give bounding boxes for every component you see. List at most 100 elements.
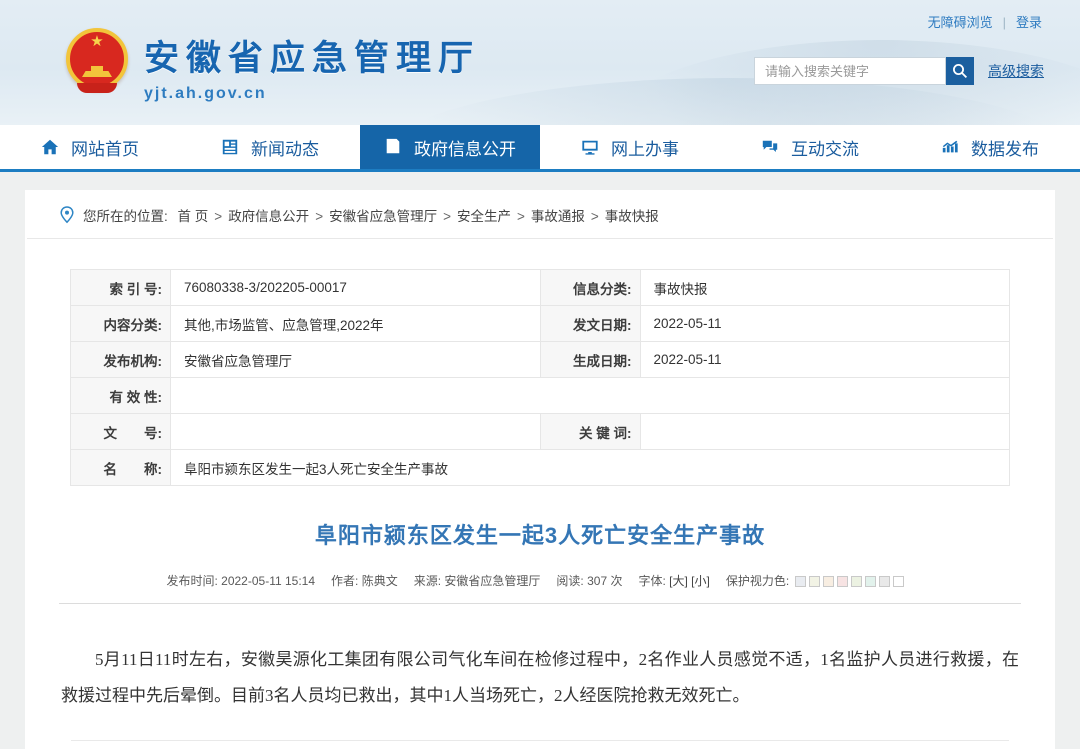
- eye-protect-color-swatch[interactable]: [864, 576, 876, 588]
- site-brand: ★ 安徽省应急管理厅 yjt.ah.gov.cn: [66, 28, 480, 103]
- author: 作者: 陈典文: [331, 574, 398, 588]
- breadcrumb-item-dept[interactable]: 安徽省应急管理厅: [329, 209, 437, 224]
- content-category-value: 其他,市场监管、应急管理,2022年: [170, 305, 541, 342]
- table-row: 索 引 号: 76080338-3/202205-00017 信息分类: 事故快…: [70, 269, 1010, 306]
- breadcrumb-trail: 您所在的位置: 首 页 > 政府信息公开 > 安徽省应急管理厅 > 安全生产 > 事故通报 > 事故…: [83, 205, 659, 225]
- breadcrumb-item-safety[interactable]: 安全生产: [457, 209, 511, 224]
- name-value: 阜阳市颍东区发生一起3人死亡安全生产事故: [170, 449, 1010, 486]
- nav-label: 新闻动态: [251, 139, 319, 159]
- info-category-value: 事故快报: [639, 269, 1010, 306]
- view-count: 阅读: 307 次: [556, 574, 623, 588]
- font-size-controls: 字体: [大] [小]: [638, 572, 709, 589]
- document-info-table: 索 引 号: 76080338-3/202205-00017 信息分类: 事故快…: [70, 269, 1010, 486]
- bottom-divider: [71, 740, 1009, 741]
- eye-protect-color-swatch[interactable]: [836, 576, 848, 588]
- location-pin-icon: [60, 206, 74, 224]
- breadcrumb-separator: >: [315, 209, 324, 224]
- keywords-label: 关 键 词:: [539, 413, 641, 450]
- eye-protect-color-swatch[interactable]: [878, 576, 890, 588]
- issue-date-label: 发文日期:: [539, 305, 641, 342]
- index-number-label: 索 引 号:: [70, 269, 171, 306]
- eye-protect-swatches: [794, 576, 904, 588]
- eye-protect-color-swatch[interactable]: [808, 576, 820, 588]
- breadcrumb-separator: >: [590, 209, 599, 224]
- publish-time: 发布时间: 2022-05-11 15:14: [166, 574, 316, 588]
- emblem-gate-icon: [82, 66, 112, 77]
- doc-number-value: [170, 413, 541, 450]
- emblem-star-icon: ★: [90, 33, 104, 50]
- nav-label: 互动交流: [791, 139, 859, 159]
- breadcrumb-separator: >: [516, 209, 525, 224]
- nav-item-news[interactable]: 新闻动态: [180, 125, 360, 169]
- validity-label: 有 效 性:: [70, 377, 171, 414]
- info-category-label: 信息分类:: [539, 269, 641, 306]
- breadcrumb-item-gov-info[interactable]: 政府信息公开: [228, 209, 309, 224]
- content-container: 您所在的位置: 首 页 > 政府信息公开 > 安徽省应急管理厅 > 安全生产 > 事故通报 > 事故…: [25, 190, 1055, 749]
- index-number-value: 76080338-3/202205-00017: [170, 269, 541, 306]
- publisher-value: 安徽省应急管理厅: [170, 341, 541, 378]
- table-row: 发布机构: 安徽省应急管理厅 生成日期: 2022-05-11: [70, 341, 1010, 378]
- search-input[interactable]: [754, 57, 946, 85]
- nav-label: 数据发布: [971, 139, 1039, 159]
- search-button[interactable]: [946, 57, 974, 85]
- article-title: 阜阳市颍东区发生一起3人死亡安全生产事故: [314, 523, 766, 548]
- login-link[interactable]: 登录: [1016, 15, 1042, 30]
- accessibility-link[interactable]: 无障碍浏览: [928, 15, 993, 30]
- advanced-search-link[interactable]: 高级搜索: [988, 61, 1044, 81]
- breadcrumb-item-report[interactable]: 事故通报: [531, 209, 585, 224]
- nav-item-home[interactable]: 网站首页: [0, 125, 180, 169]
- table-row: 名 称: 阜阳市颍东区发生一起3人死亡安全生产事故: [70, 449, 1010, 486]
- news-icon: [222, 139, 238, 155]
- national-emblem-logo: ★: [66, 28, 128, 93]
- nav-item-gov-info[interactable]: 政府信息公开: [360, 125, 540, 169]
- validity-value: [170, 377, 1010, 414]
- eye-protect-group: 保护视力色:: [726, 572, 904, 589]
- article-meta-bar: 发布时间: 2022-05-11 15:14 作者: 陈典文 来源: 安徽省应急…: [25, 572, 1055, 589]
- publisher-label: 发布机构:: [70, 341, 171, 378]
- article-paragraph: 5月11日11时左右，安徽昊源化工集团有限公司气化车间在检修过程中，2名作业人员…: [61, 650, 1019, 705]
- breadcrumb-item-home[interactable]: 首 页: [178, 209, 209, 224]
- article-body: 5月11日11时左右，安徽昊源化工集团有限公司气化车间在检修过程中，2名作业人员…: [61, 642, 1019, 714]
- issue-date-value: 2022-05-11: [639, 305, 1010, 342]
- chart-icon: [942, 140, 958, 153]
- keywords-value: [639, 413, 1010, 450]
- created-date-value: 2022-05-11: [639, 341, 1010, 378]
- nav-label: 网站首页: [71, 139, 139, 159]
- eye-protect-color-swatch[interactable]: [850, 576, 862, 588]
- topbar-separator: |: [1002, 15, 1006, 30]
- content-category-label: 内容分类:: [70, 305, 171, 342]
- nav-item-interaction[interactable]: 互动交流: [720, 125, 900, 169]
- eye-protect-color-swatch[interactable]: [794, 576, 806, 588]
- nav-item-online-services[interactable]: 网上办事: [540, 125, 720, 169]
- breadcrumb-prefix: 您所在的位置:: [83, 209, 168, 224]
- font-smaller-button[interactable]: [小]: [691, 574, 710, 588]
- table-row: 有 效 性:: [70, 377, 1010, 414]
- nav-label: 网上办事: [611, 139, 679, 159]
- created-date-label: 生成日期:: [539, 341, 641, 378]
- eye-protect-label: 保护视力色:: [725, 574, 790, 588]
- doc-number-label: 文 号:: [70, 413, 171, 450]
- main-nav: 网站首页 新闻动态 政府信息公开 网上办事 互动交流 数据发布: [0, 125, 1080, 172]
- site-header: 无障碍浏览 | 登录 ★ 安徽省应急管理厅 yjt.ah.gov.cn 高级搜索: [0, 0, 1080, 125]
- nav-label: 政府信息公开: [414, 139, 516, 159]
- site-url: yjt.ah.gov.cn: [144, 85, 267, 102]
- top-utility-bar: 无障碍浏览 | 登录: [928, 12, 1042, 31]
- breadcrumb-separator: >: [443, 209, 451, 224]
- source: 来源: 安徽省应急管理厅: [413, 574, 541, 588]
- font-larger-button[interactable]: [大]: [669, 574, 688, 588]
- chat-icon: [762, 140, 778, 153]
- document-icon: [386, 138, 400, 154]
- eye-protect-color-swatch[interactable]: [892, 576, 904, 588]
- breadcrumb-separator: >: [214, 209, 223, 224]
- emblem-ribbon: [77, 83, 117, 93]
- home-icon: [41, 139, 59, 155]
- site-title: 安徽省应急管理厅: [144, 39, 481, 78]
- font-size-label: 字体:: [638, 574, 666, 588]
- table-row: 内容分类: 其他,市场监管、应急管理,2022年 发文日期: 2022-05-1…: [70, 305, 1010, 342]
- search-icon: [953, 64, 968, 79]
- nav-item-data[interactable]: 数据发布: [900, 125, 1080, 169]
- eye-protect-color-swatch[interactable]: [822, 576, 834, 588]
- breadcrumb: 您所在的位置: 首 页 > 政府信息公开 > 安徽省应急管理厅 > 安全生产 > 事故通报 > 事故…: [27, 190, 1053, 239]
- table-row: 文 号: 关 键 词:: [70, 413, 1010, 450]
- breadcrumb-item-express[interactable]: 事故快报: [605, 209, 659, 224]
